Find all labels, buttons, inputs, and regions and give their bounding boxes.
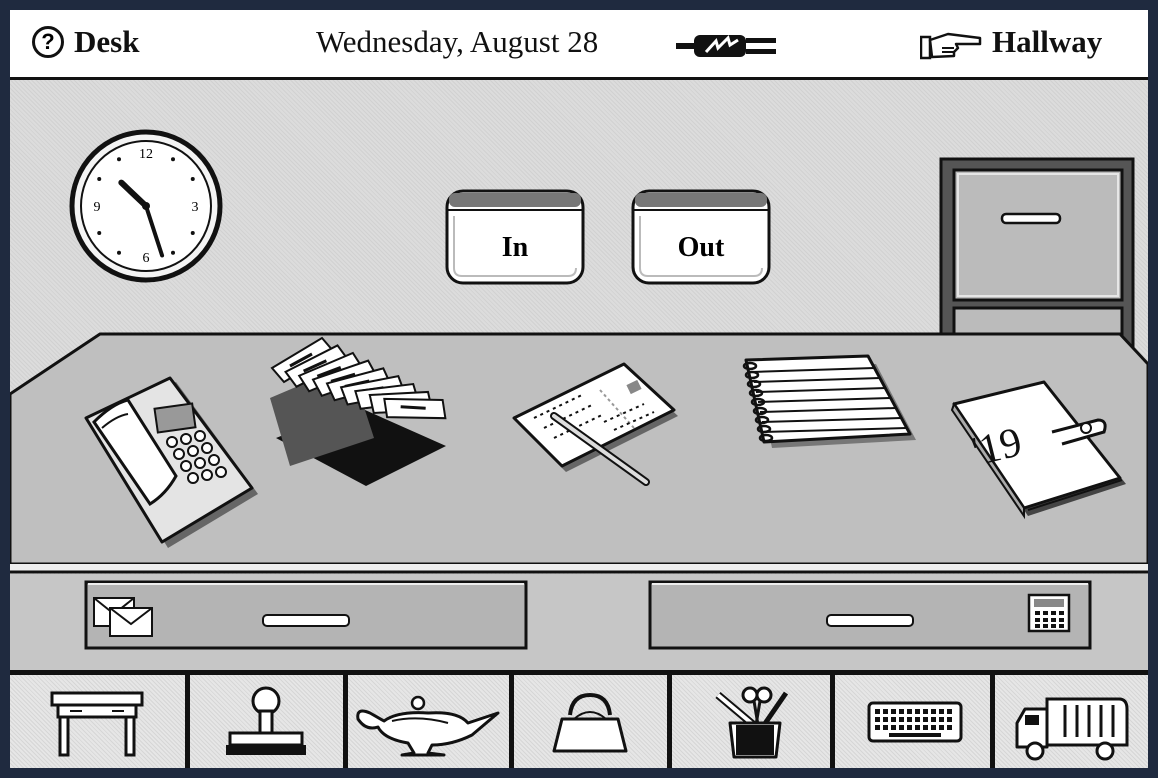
toolbar	[10, 670, 1148, 768]
stamp-icon	[226, 686, 306, 755]
keyboard-button[interactable]	[835, 675, 990, 768]
date-display: Wednesday, August 28	[316, 24, 599, 59]
help-symbol: ?	[41, 29, 55, 54]
trash-truck-button[interactable]	[995, 675, 1148, 768]
envelopes-icon[interactable]	[92, 592, 158, 640]
desk-icon	[50, 691, 144, 757]
purse-icon	[552, 692, 628, 753]
left-drawer-handle[interactable]	[262, 614, 350, 627]
telephone-icon[interactable]	[72, 376, 272, 556]
power-plug-icon	[676, 35, 776, 57]
right-drawer-handle[interactable]	[826, 614, 914, 627]
clock-numeral-12: 12	[139, 147, 153, 162]
datebook-icon[interactable]: '19	[948, 380, 1128, 520]
purse-button[interactable]	[514, 675, 667, 768]
tools-cup-icon	[715, 686, 789, 759]
desk-button[interactable]	[10, 675, 185, 768]
card-file-icon[interactable]	[246, 328, 456, 496]
clock-numeral-6: 6	[143, 251, 150, 266]
tools-button[interactable]	[672, 675, 830, 768]
out-tray[interactable]: Out	[626, 186, 776, 288]
keyboard-icon	[867, 701, 963, 743]
desk-room: 12 3 6 9 In Out '19	[10, 80, 1148, 670]
magic-lamp-button[interactable]	[348, 675, 509, 768]
menu-bar: ? Desk Wednesday, August 28 Hallway	[10, 10, 1148, 80]
clock-numeral-9: 9	[94, 200, 101, 215]
postcard-icon[interactable]	[504, 360, 690, 490]
garbage-truck-icon	[1015, 697, 1129, 761]
screen: ? Desk Wednesday, August 28 Hallway 12 3…	[10, 10, 1148, 768]
desk-title[interactable]: Desk	[74, 24, 139, 60]
out-tray-label: Out	[678, 232, 725, 263]
clock-numeral-3: 3	[192, 200, 199, 215]
in-tray[interactable]: In	[440, 186, 590, 288]
stamp-button[interactable]	[190, 675, 343, 768]
in-tray-label: In	[502, 232, 529, 263]
help-icon[interactable]: ?	[32, 26, 64, 58]
wall-clock[interactable]: 12 3 6 9	[66, 126, 226, 286]
pointing-hand-icon[interactable]	[920, 30, 984, 60]
hallway-link[interactable]: Hallway	[992, 24, 1102, 60]
notebook-icon[interactable]	[726, 348, 922, 458]
magic-lamp-icon	[356, 695, 500, 757]
calculator-icon[interactable]	[1026, 592, 1072, 634]
